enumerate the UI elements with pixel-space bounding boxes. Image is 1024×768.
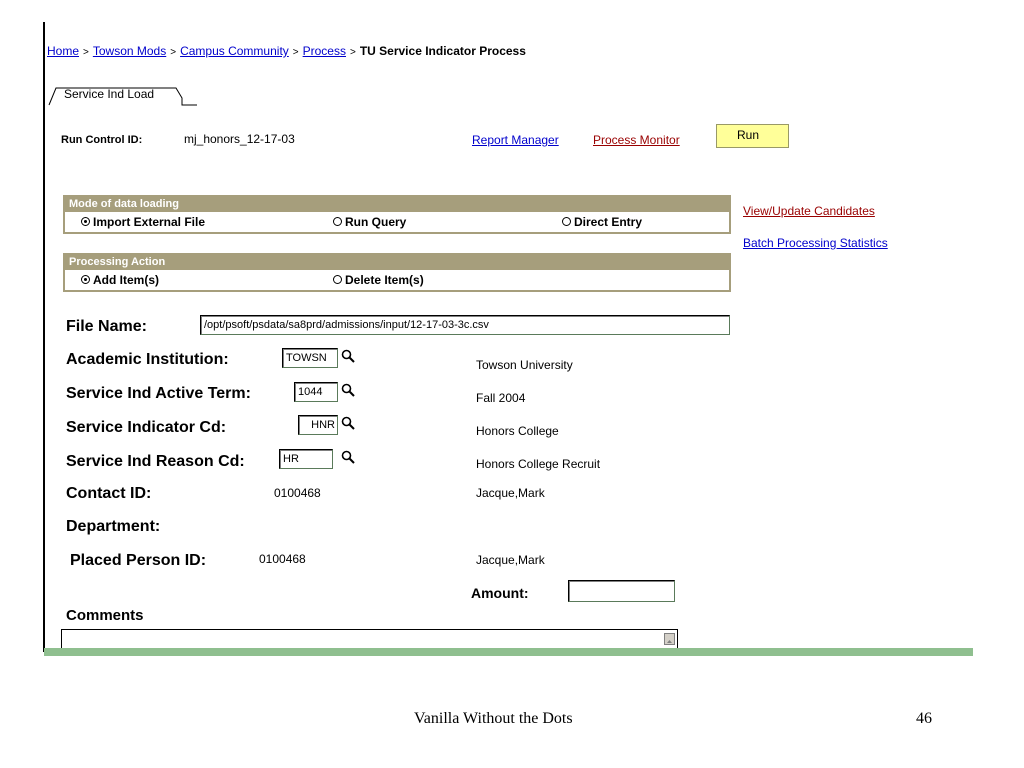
institution-description: Towson University [476,358,573,372]
run-button[interactable]: Run [716,124,789,148]
department-label: Department: [66,518,161,535]
service-indicator-cd-label: Service Indicator Cd: [66,419,227,436]
mode-panel-title: Mode of data loading [69,198,179,210]
arrow-up-icon [667,640,672,643]
page-number: 46 [916,710,932,727]
radio-label: Direct Entry [574,215,643,229]
placed-person-name: Jacque,Mark [476,553,545,567]
placed-person-id-label: Placed Person ID: [70,552,207,569]
radio-delete-items[interactable]: Delete Item(s) [333,273,424,287]
radio-unselected-icon [333,217,342,226]
radio-selected-icon [81,217,90,226]
term-lookup-icon[interactable] [340,382,356,398]
radio-unselected-icon [562,217,571,226]
service-indicator-cd-input[interactable]: HNR [298,415,338,435]
run-control-value: mj_honors_12-17-03 [184,132,295,146]
mode-of-data-loading-panel: Mode of data loading Import External Fil… [63,195,731,234]
term-description: Fall 2004 [476,391,526,405]
horizontal-scrollbar-strip [44,648,973,656]
radio-add-items[interactable]: Add Item(s) [81,273,159,287]
radio-run-query[interactable]: Run Query [333,215,406,229]
academic-institution-label: Academic Institution: [66,351,229,368]
indicator-description: Honors College [476,424,559,438]
placed-person-id-value: 0100468 [259,552,306,566]
left-border-line [43,22,45,652]
amount-input[interactable] [568,580,675,602]
file-name-input[interactable]: /opt/psoft/psdata/sa8prd/admissions/inpu… [200,315,730,335]
processing-action-panel: Processing Action Add Item(s) Delete Ite… [63,253,731,292]
file-name-label: File Name: [66,318,147,335]
comments-label: Comments [66,607,144,624]
service-ind-reason-cd-label: Service Ind Reason Cd: [66,453,245,470]
breadcrumb-process[interactable]: Process [303,44,346,58]
radio-label: Run Query [345,215,407,229]
batch-processing-statistics-link[interactable]: Batch Processing Statistics [743,236,888,250]
reason-lookup-icon[interactable] [340,449,356,465]
run-control-label: Run Control ID: [61,134,143,146]
report-manager-link[interactable]: Report Manager [472,133,559,147]
radio-direct-entry[interactable]: Direct Entry [562,215,642,229]
radio-label: Import External File [93,215,206,229]
breadcrumb-campus-community[interactable]: Campus Community [180,44,289,58]
radio-selected-icon [81,275,90,284]
institution-lookup-icon[interactable] [340,348,356,364]
contact-id-label: Contact ID: [66,485,152,502]
tab-label: Service Ind Load [64,87,155,101]
reason-description: Honors College Recruit [476,457,601,471]
service-ind-reason-cd-input[interactable]: HR [279,449,333,469]
breadcrumb: Home > Towson Mods > Campus Community > Proces… [47,44,526,58]
action-panel-title: Processing Action [69,256,166,268]
mode-panel-body: Import External File Run Query Direct En… [65,212,729,232]
process-monitor-link[interactable]: Process Monitor [593,133,680,147]
breadcrumb-separator: > [83,47,89,58]
radio-label: Add Item(s) [93,273,159,287]
footer-title: Vanilla Without the Dots [414,710,573,727]
breadcrumb-separator: > [349,47,356,58]
contact-id-value: 0100468 [274,486,321,500]
service-ind-active-term-input[interactable]: 1044 [294,382,338,402]
service-ind-active-term-label: Service Ind Active Term: [66,385,251,402]
radio-import-external-file[interactable]: Import External File [81,215,205,229]
action-panel-body: Add Item(s) Delete Item(s) [65,270,729,290]
comments-scroll-up-button[interactable] [664,633,675,645]
academic-institution-input[interactable]: TOWSN [282,348,338,368]
comments-textarea[interactable] [61,629,678,649]
breadcrumb-current: TU Service Indicator Process [359,44,526,58]
indicator-lookup-icon[interactable] [340,415,356,431]
amount-label: Amount: [471,585,529,601]
contact-name: Jacque,Mark [476,486,545,500]
radio-unselected-icon [333,275,342,284]
breadcrumb-separator: > [292,47,299,58]
breadcrumb-separator: > [170,47,177,58]
radio-label: Delete Item(s) [345,273,424,287]
view-update-candidates-link[interactable]: View/Update Candidates [743,204,875,218]
breadcrumb-towson-mods[interactable]: Towson Mods [93,44,166,58]
breadcrumb-home[interactable]: Home [47,44,79,58]
